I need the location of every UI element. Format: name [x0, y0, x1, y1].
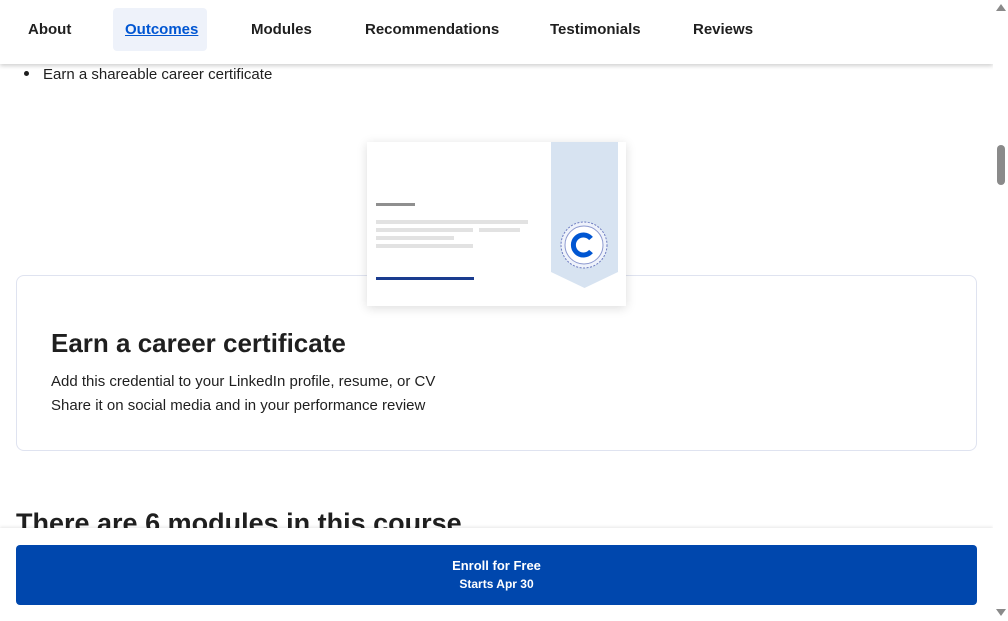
enroll-button-label: Enroll for Free — [452, 558, 541, 573]
certificate-benefit: Share it on social media and in your per… — [51, 397, 426, 414]
certificate-placeholder-line — [479, 228, 520, 232]
tab-about[interactable]: About — [16, 8, 83, 51]
enroll-start-date: Starts Apr 30 — [459, 577, 534, 591]
section-nav: About Outcomes Modules Recommendations T… — [0, 0, 993, 64]
certificate-placeholder-line — [376, 203, 415, 206]
page-scrollbar[interactable] — [993, 0, 1008, 621]
certificate-placeholder-line — [376, 228, 473, 232]
enroll-button[interactable]: Enroll for Free Starts Apr 30 — [16, 545, 977, 605]
bullet-dot — [24, 70, 29, 76]
outcome-text: Earn a shareable career certificate — [43, 66, 273, 83]
tab-outcomes[interactable]: Outcomes — [113, 8, 207, 51]
sticky-enroll-bar: Enroll for Free Starts Apr 30 — [0, 528, 993, 621]
certificate-benefit: Add this credential to your LinkedIn pro… — [51, 373, 436, 390]
coursera-seal-icon — [560, 221, 608, 269]
certificate-illustration — [367, 142, 626, 306]
tab-recommendations[interactable]: Recommendations — [353, 8, 511, 51]
scroll-down-arrow-icon[interactable] — [996, 609, 1006, 616]
certificate-title: Earn a career certificate — [51, 328, 346, 358]
certificate-placeholder-line — [376, 236, 454, 240]
certificate-signature-line — [376, 277, 474, 280]
certificate-placeholder-line — [376, 220, 528, 224]
tab-modules[interactable]: Modules — [239, 8, 324, 51]
tab-testimonials[interactable]: Testimonials — [538, 8, 653, 51]
tab-reviews[interactable]: Reviews — [681, 8, 765, 51]
course-page: About Outcomes Modules Recommendations T… — [0, 0, 1008, 621]
outcome-list-item: Earn a shareable career certificate — [24, 66, 272, 83]
scroll-thumb[interactable] — [997, 145, 1005, 185]
certificate-placeholder-line — [376, 244, 473, 248]
scroll-up-arrow-icon[interactable] — [996, 4, 1006, 11]
